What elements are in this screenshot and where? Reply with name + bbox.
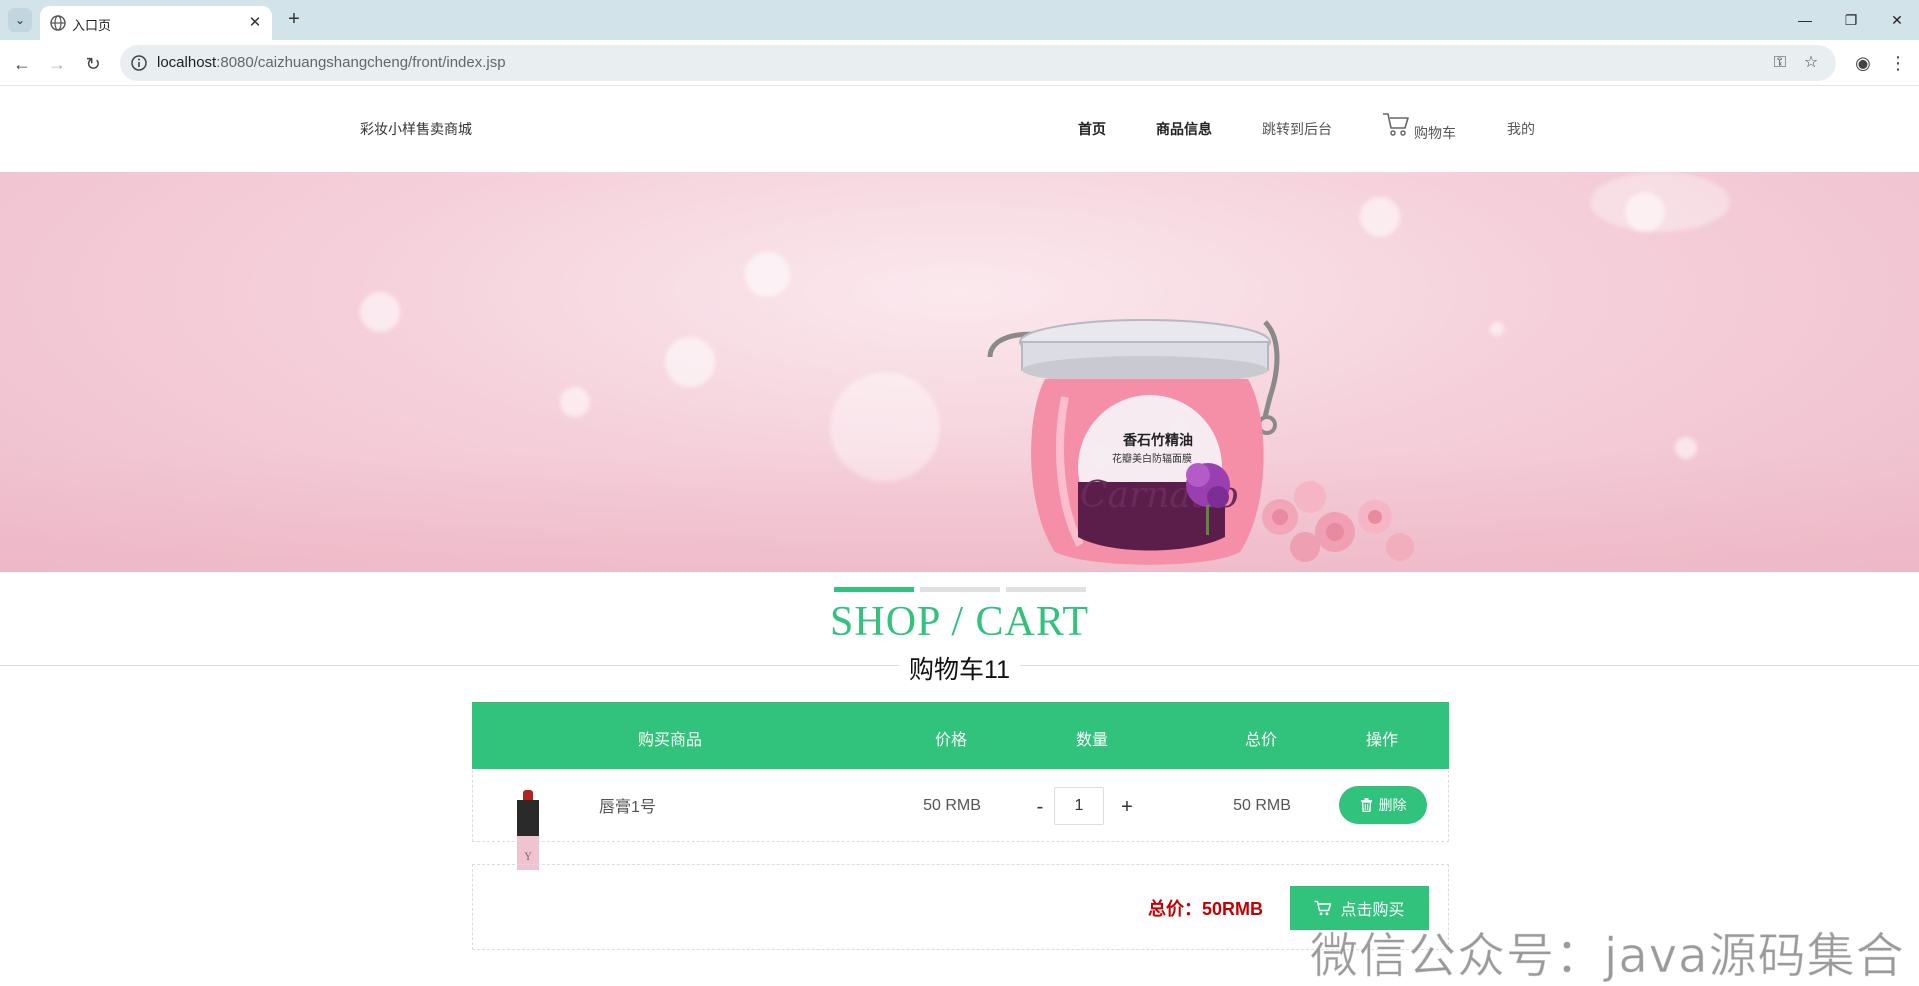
menu-icon[interactable]: ⋮ [1886,51,1910,75]
watermark-text: 微信公众号：java源码集合 [1310,928,1905,985]
header-product: 购买商品 [637,732,702,749]
plus-icon[interactable]: + [282,8,306,32]
svg-text:花瓣美白防辐面膜: 花瓣美白防辐面膜 [1112,452,1192,465]
banner-floor [0,452,1919,572]
cart-table-header: 购买商品 价格 数量 总价 操作 [472,702,1449,769]
header-action: 操作 [1365,732,1398,749]
carousel-dot-3[interactable] [1006,587,1086,592]
delete-label: 删除 [1378,797,1407,813]
bokeh-light [560,387,590,417]
browser-tab-bar: ⌄ 入口页 ✕ + — ❐ ✕ [0,0,1919,40]
browser-toolbar: ← → ↻ localhost:8080/caizhuangshangcheng… [0,40,1919,86]
globe-icon [50,15,66,31]
nav-cart[interactable]: 购物车 [1414,123,1456,143]
bokeh-light [1490,322,1504,336]
trash-icon [1360,798,1372,812]
tab-list-icon[interactable]: ⌄ [8,8,32,32]
quantity-decrease-button[interactable]: - [1028,792,1052,822]
delete-item-button[interactable]: 删除 [1339,786,1427,824]
cart-icon [1314,900,1332,916]
site-info-icon[interactable] [130,54,148,72]
bookmark-star-icon[interactable]: ☆ [1801,53,1821,73]
carousel-dot-1[interactable] [834,587,914,592]
nav-home[interactable]: 首页 [1078,119,1106,139]
carousel-indicators [834,587,1086,593]
header-total: 总价 [1244,732,1277,749]
restore-icon[interactable]: ❐ [1836,8,1866,32]
back-icon[interactable]: ← [9,51,35,77]
item-subtotal: 50 RMB [1233,797,1291,814]
address-bar[interactable]: localhost:8080/caizhuangshangcheng/front… [120,45,1836,81]
hero-banner: 香石竹精油 花瓣美白防辐面膜 Carnatio [0,172,1919,572]
section-title-en: SHOP / CART [830,599,1089,645]
bokeh-light [1360,197,1400,237]
lipstick-product-image[interactable]: Y [515,790,543,872]
bokeh-light [665,337,715,387]
nav-products[interactable]: 商品信息 [1156,119,1212,139]
bokeh-light [1590,172,1730,232]
bokeh-light [745,252,790,297]
cart-total: 总价：50RMB [1148,899,1264,919]
rose-decoration [1262,481,1414,562]
site-header: 彩妆小样售卖商城 首页 商品信息 跳转到后台 购物车 我的 [0,87,1919,172]
cart-footer: 总价：50RMB 点击购买 [472,864,1449,950]
carousel-dot-2[interactable] [920,587,1000,592]
face-mask-jar-image: 香石竹精油 花瓣美白防辐面膜 Carnatio [987,319,1414,565]
nav-backend[interactable]: 跳转到后台 [1262,119,1332,139]
cart-item-row: Y 唇膏1号 50 RMB - + 50 RMB 删除 [472,770,1449,870]
site-logo[interactable]: 彩妆小样售卖商城 [360,119,472,139]
nav-mine[interactable]: 我的 [1507,119,1535,139]
close-icon[interactable]: ✕ [246,14,264,32]
profile-icon[interactable]: ◉ [1851,51,1875,75]
password-key-icon[interactable]: ⚿ [1770,53,1790,73]
svg-text:香石竹精油: 香石竹精油 [1122,432,1193,449]
product-name[interactable]: 唇膏1号 [599,793,656,817]
browser-tab[interactable]: 入口页 ✕ [40,6,272,40]
header-price: 价格 [934,732,967,749]
window-close-icon[interactable]: ✕ [1882,8,1912,32]
quantity-input[interactable] [1054,787,1104,825]
url-text: localhost:8080/caizhuangshangcheng/front… [157,54,506,71]
header-quantity: 数量 [1075,732,1108,749]
svg-text:Y: Y [524,852,532,863]
section-title-cn: 购物车11 [899,650,1020,686]
bokeh-light [360,292,400,332]
reload-icon[interactable]: ↻ [80,51,106,77]
minimize-icon[interactable]: — [1790,8,1820,32]
forward-icon[interactable]: → [44,51,70,77]
tab-title: 入口页 [72,18,112,33]
cart-icon[interactable] [1382,111,1410,137]
item-price: 50 RMB [923,797,981,814]
section-title-cn-wrap: 购物车11 [0,650,1919,686]
quantity-increase-button[interactable]: + [1115,792,1139,822]
